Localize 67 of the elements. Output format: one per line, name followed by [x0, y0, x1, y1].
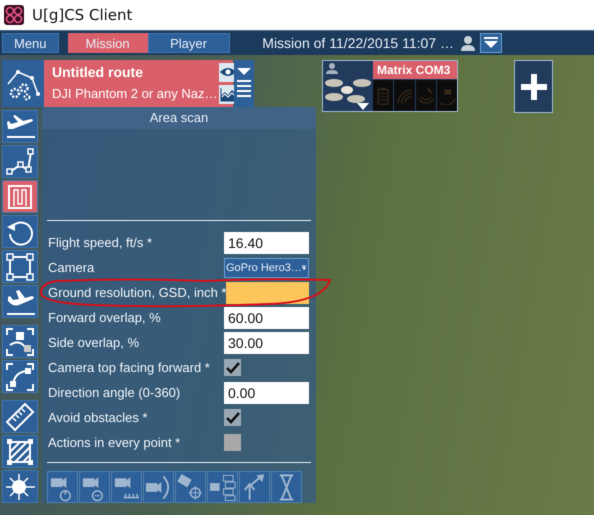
input-field[interactable]: 30.00: [224, 332, 309, 354]
field-label: Direction angle (0-360): [48, 385, 182, 400]
camera-target-icon: [176, 472, 205, 502]
tool-button[interactable]: [2, 180, 38, 213]
checkbox[interactable]: [224, 359, 241, 376]
field-label: Actions in every point *: [48, 435, 182, 450]
satellite-icon: [438, 86, 456, 104]
route-title: Untitled route: [52, 64, 144, 80]
field-label: Camera top facing forward *: [48, 360, 211, 375]
user-icon: [460, 35, 476, 51]
square-icon: [5, 252, 35, 282]
action-button[interactable]: [111, 471, 142, 503]
curve-icon: [5, 362, 35, 392]
field-label: Side overlap, %: [48, 335, 140, 350]
field-label: Avoid obstacles *: [48, 410, 148, 425]
sunburst-icon: [5, 472, 35, 502]
panel-title: Area scan: [42, 107, 316, 129]
camera-dropdown[interactable]: GoPro Hero3…: [224, 258, 309, 278]
caret-down-icon: [484, 37, 498, 49]
tool-button[interactable]: [2, 325, 38, 358]
app-logo-icon: [4, 5, 24, 25]
vehicle-name: Matrix COM3: [373, 61, 457, 79]
field-label: Ground resolution, GSD, inch *: [48, 285, 226, 300]
mission-title: Mission of 11/22/2015 11:07 …: [262, 35, 454, 51]
input-field[interactable]: [226, 282, 309, 304]
action-button[interactable]: [271, 471, 302, 503]
tool-button[interactable]: [2, 360, 38, 393]
action-button[interactable]: [79, 471, 110, 503]
drone-icon: [323, 61, 373, 111]
field-label: Forward overlap, %: [48, 310, 162, 325]
action-button[interactable]: [207, 471, 238, 503]
camera-series-icon: [208, 472, 237, 502]
add-vehicle-button[interactable]: [514, 60, 553, 113]
tool-button[interactable]: [2, 250, 38, 283]
input-field[interactable]: 16.40: [224, 232, 309, 254]
action-button[interactable]: [47, 471, 78, 503]
tool-button[interactable]: [2, 215, 38, 248]
route-settings-button[interactable]: [2, 60, 44, 107]
menu-tab[interactable]: Menu: [2, 33, 59, 53]
dropdown-button[interactable]: [480, 33, 502, 53]
plus-icon: [520, 74, 546, 100]
checkbox[interactable]: [224, 409, 241, 426]
ruler-icon: [5, 402, 35, 432]
signal-icon: [395, 86, 414, 104]
input-field[interactable]: 60.00: [224, 306, 309, 328]
field-label: Flight speed, ft/s *: [48, 235, 154, 250]
tool-button[interactable]: [2, 400, 38, 433]
route-vehicle: DJI Phantom 2 or any Naz…: [52, 86, 218, 101]
menu-tab[interactable]: Player: [148, 33, 230, 53]
tool-button[interactable]: [2, 110, 38, 143]
checkmark-icon: [224, 360, 240, 374]
checkmark-icon: [224, 410, 240, 424]
add-point-icon: [5, 326, 35, 356]
route-menu-button[interactable]: [234, 60, 254, 107]
telemetry-icon: [416, 86, 435, 104]
tool-button[interactable]: [2, 145, 38, 178]
action-button[interactable]: [239, 471, 270, 503]
action-button[interactable]: [143, 471, 174, 503]
action-button[interactable]: [175, 471, 206, 503]
hatched-area-icon: [5, 436, 35, 466]
tool-button[interactable]: [2, 470, 38, 503]
tool-button[interactable]: [2, 435, 38, 468]
field-label: Camera: [48, 260, 96, 275]
input-field[interactable]: 0.00: [224, 382, 309, 404]
polyline-icon: [5, 146, 35, 176]
tool-button[interactable]: [2, 285, 38, 318]
window-title: U[g]CS Client: [32, 6, 132, 24]
